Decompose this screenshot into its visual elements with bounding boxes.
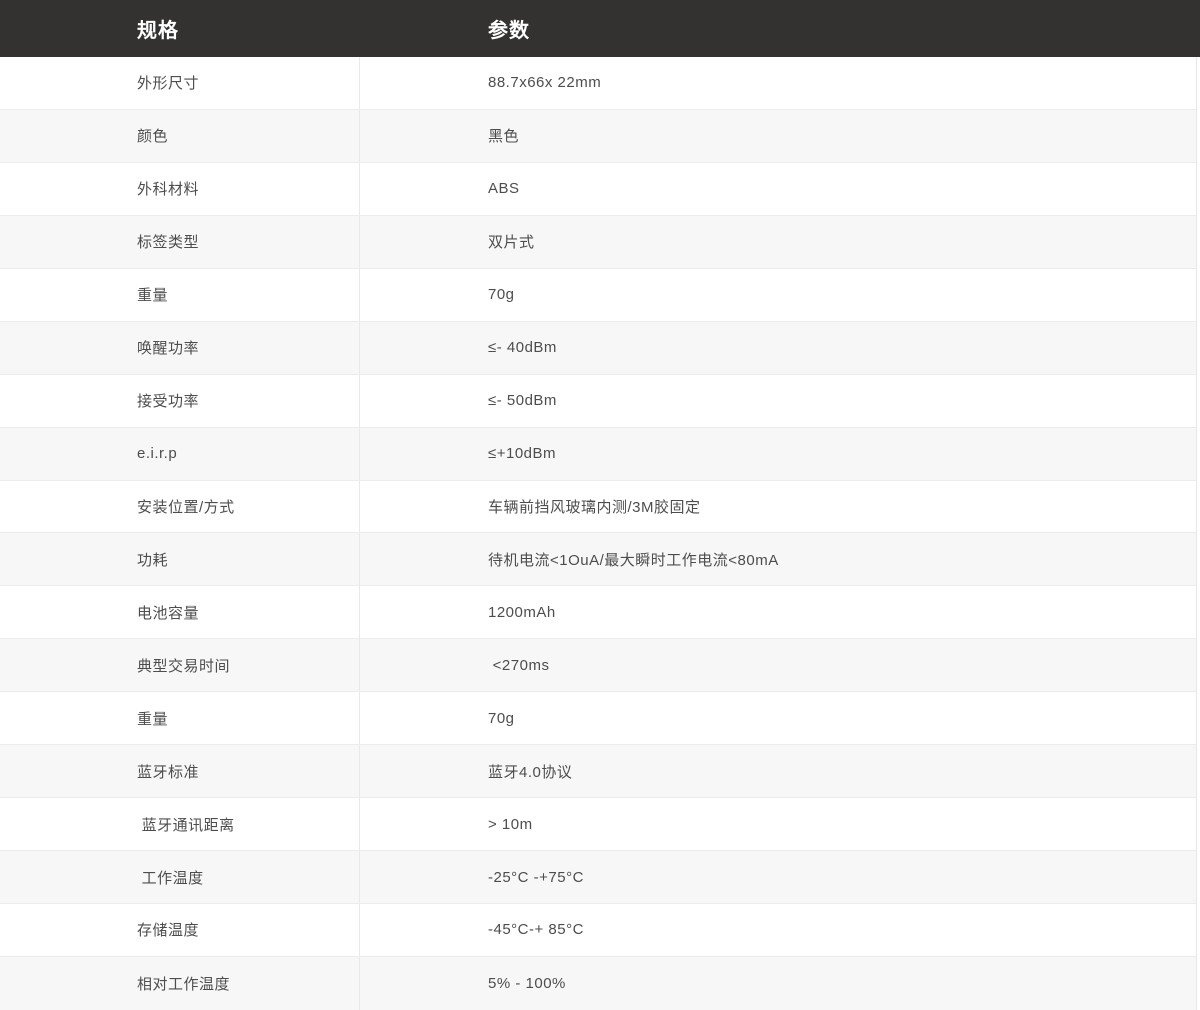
spec-name-cell: 典型交易时间	[0, 639, 360, 691]
table-row: 外科材料 ABS	[0, 163, 1196, 216]
spec-value-cell: -45°C-+ 85°C	[360, 904, 1196, 956]
table-row: 颜色 黑色	[0, 110, 1196, 163]
spec-name-cell: 蓝牙标准	[0, 745, 360, 797]
spec-name-cell: 接受功率	[0, 375, 360, 427]
spec-name-cell: 存储温度	[0, 904, 360, 956]
spec-name-cell: 唤醒功率	[0, 322, 360, 374]
table-row: 安装位置/方式 车辆前挡风玻璃内测/3M胶固定	[0, 481, 1196, 534]
table-row: 重量 70g	[0, 692, 1196, 745]
table-row: e.i.r.p ≤+10dBm	[0, 428, 1196, 481]
table-body: 外形尺寸 88.7x66x 22mm 颜色 黑色 外科材料 ABS 标签类型 双…	[0, 57, 1197, 1010]
spec-value-cell: -25°C -+75°C	[360, 851, 1196, 903]
table-row: 重量 70g	[0, 269, 1196, 322]
spec-name-cell: 相对工作温度	[0, 957, 360, 1010]
spec-value-cell: <270ms	[360, 639, 1196, 691]
spec-name-cell: 安装位置/方式	[0, 481, 360, 533]
spec-value-cell: 88.7x66x 22mm	[360, 57, 1196, 109]
table-row: 接受功率 ≤- 50dBm	[0, 375, 1196, 428]
spec-name-cell: 功耗	[0, 533, 360, 585]
table-row: 外形尺寸 88.7x66x 22mm	[0, 57, 1196, 110]
spec-name-cell: 重量	[0, 692, 360, 744]
spec-name-cell: 蓝牙通讯距离	[0, 798, 360, 850]
table-row: 相对工作温度 5% - 100%	[0, 957, 1196, 1010]
spec-name-cell: 外形尺寸	[0, 57, 360, 109]
spec-value-cell: 70g	[360, 269, 1196, 321]
table-row: 蓝牙通讯距离 > 10m	[0, 798, 1196, 851]
spec-value-cell: ≤- 50dBm	[360, 375, 1196, 427]
spec-value-cell: ABS	[360, 163, 1196, 215]
table-row: 蓝牙标准 蓝牙4.0协议	[0, 745, 1196, 798]
spec-value-cell: 黑色	[360, 110, 1196, 162]
spec-name-cell: e.i.r.p	[0, 428, 360, 480]
spec-name-cell: 外科材料	[0, 163, 360, 215]
table-row: 标签类型 双片式	[0, 216, 1196, 269]
spec-value-cell: 1200mAh	[360, 586, 1196, 638]
header-spec-column: 规格	[0, 14, 360, 43]
spec-value-cell: 双片式	[360, 216, 1196, 268]
spec-name-cell: 电池容量	[0, 586, 360, 638]
spec-value-cell: 车辆前挡风玻璃内测/3M胶固定	[360, 481, 1196, 533]
table-row: 功耗 待机电流<1OuA/最大瞬时工作电流<80mA	[0, 533, 1196, 586]
table-row: 唤醒功率 ≤- 40dBm	[0, 322, 1196, 375]
spec-value-cell: 蓝牙4.0协议	[360, 745, 1196, 797]
spec-value-cell: ≤- 40dBm	[360, 322, 1196, 374]
spec-name-cell: 颜色	[0, 110, 360, 162]
spec-value-cell: 70g	[360, 692, 1196, 744]
spec-name-cell: 重量	[0, 269, 360, 321]
spec-value-cell: > 10m	[360, 798, 1196, 850]
header-param-column: 参数	[360, 14, 530, 43]
spec-value-cell: 5% - 100%	[360, 957, 1196, 1010]
spec-name-cell: 标签类型	[0, 216, 360, 268]
table-row: 工作温度 -25°C -+75°C	[0, 851, 1196, 904]
spec-value-cell: ≤+10dBm	[360, 428, 1196, 480]
spec-value-cell: 待机电流<1OuA/最大瞬时工作电流<80mA	[360, 533, 1196, 585]
table-row: 电池容量 1200mAh	[0, 586, 1196, 639]
table-row: 存储温度 -45°C-+ 85°C	[0, 904, 1196, 957]
table-row: 典型交易时间 <270ms	[0, 639, 1196, 692]
spec-table: 规格 参数 外形尺寸 88.7x66x 22mm 颜色 黑色 外科材料 ABS …	[0, 0, 1200, 1010]
spec-name-cell: 工作温度	[0, 851, 360, 903]
table-header: 规格 参数	[0, 0, 1200, 57]
